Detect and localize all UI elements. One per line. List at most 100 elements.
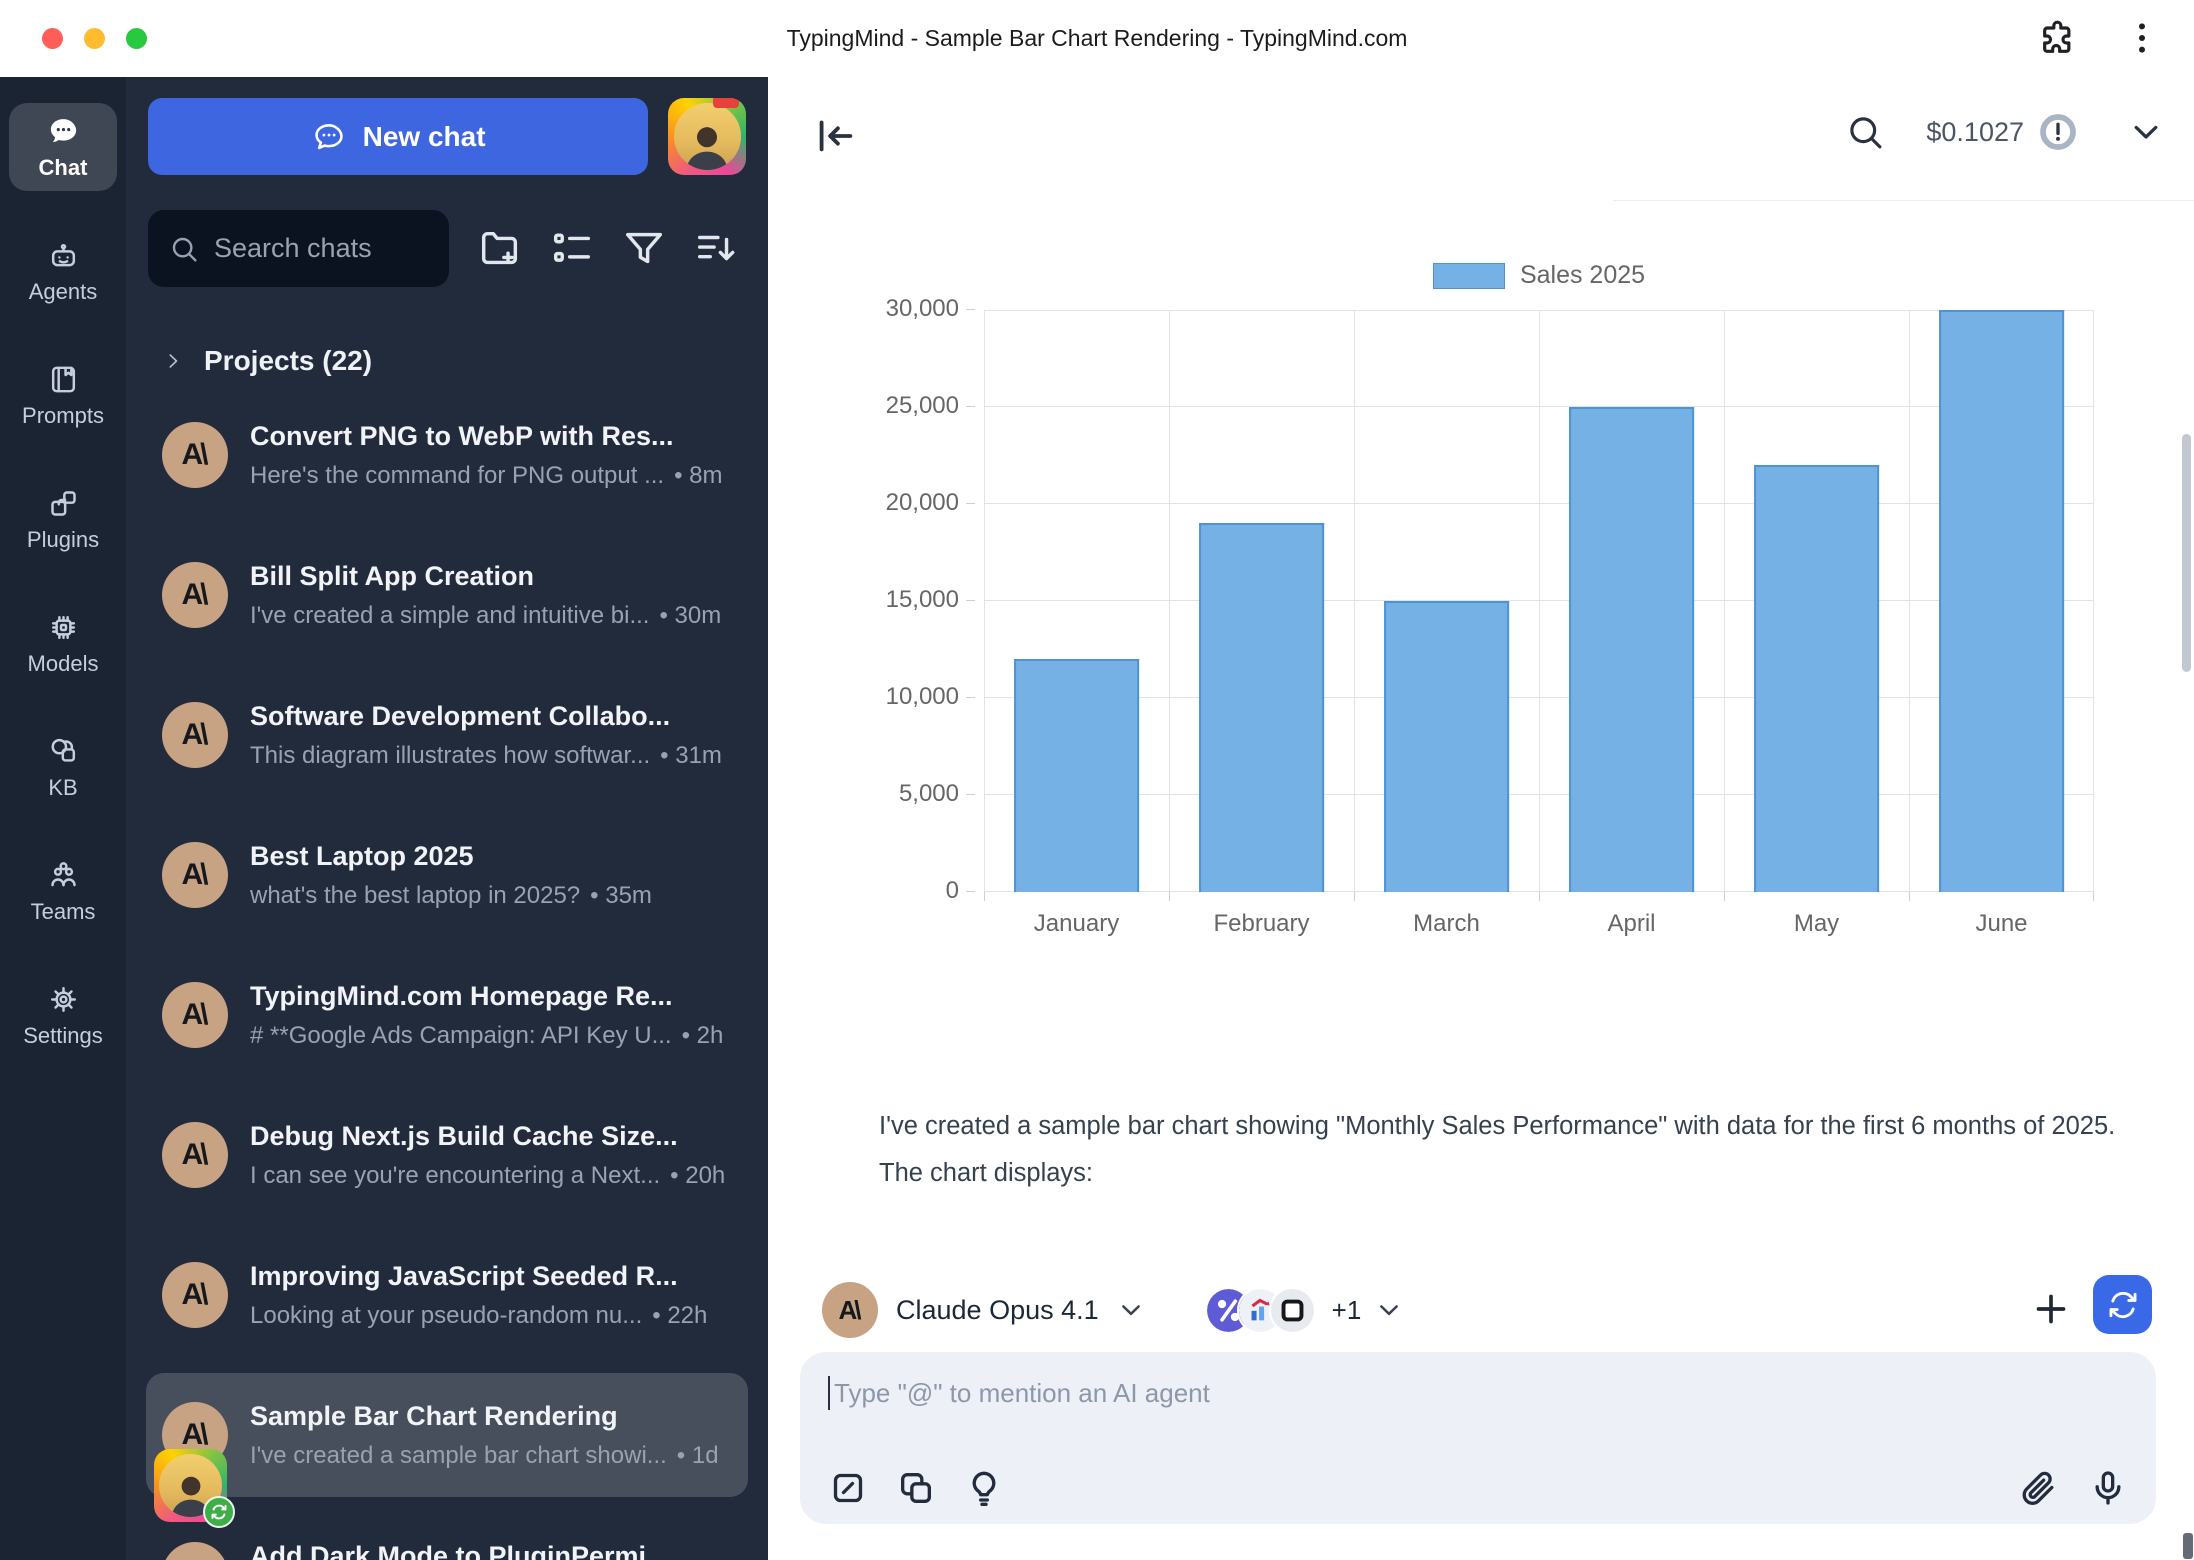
chat-sidebar: New chat Projects (22)	[126, 77, 768, 1560]
search-conversation-icon[interactable]	[1844, 111, 1886, 153]
plugins-selector[interactable]: +1	[1205, 1287, 1404, 1334]
chat-list-item[interactable]: A\ Improving JavaScript Seeded R... Look…	[146, 1233, 748, 1357]
regenerate-button[interactable]	[2093, 1275, 2152, 1334]
chat-title: Sample Bar Chart Rendering	[250, 1401, 732, 1432]
chat-list-item[interactable]: A\ TypingMind.com Homepage Re... # **Goo…	[146, 953, 748, 1077]
content-divider	[1613, 200, 2194, 201]
scrollbar-thumb[interactable]	[2182, 434, 2191, 672]
search-chats-box[interactable]	[148, 210, 449, 287]
teams-icon	[47, 859, 80, 892]
chat-subtitle: I've created a sample bar chart showi...…	[250, 1442, 732, 1470]
model-avatar: A\	[822, 1282, 878, 1338]
chat-list-item[interactable]: A\ Software Development Collabo... This …	[146, 673, 748, 797]
rail-item-teams[interactable]: Teams	[9, 847, 117, 935]
assistant-avatar: A\	[162, 562, 228, 628]
chat-list: A\ Convert PNG to WebP with Res... Here'…	[126, 393, 768, 1560]
chat-list-item[interactable]: A\ Add Dark Mode to PluginPermi...	[146, 1513, 748, 1560]
extensions-icon[interactable]	[2038, 18, 2078, 58]
usage-cost-button[interactable]: $0.1027	[1926, 112, 2078, 152]
chart-x-axis: JanuaryFebruaryMarchAprilMayJune	[984, 910, 2094, 950]
chat-texts: Debug Next.js Build Cache Size... I can …	[250, 1121, 732, 1190]
rail-label: Settings	[23, 1023, 103, 1049]
rail-item-agents[interactable]: Agents	[9, 227, 117, 315]
usage-cost: $0.1027	[1926, 117, 2024, 148]
y-tick	[966, 406, 975, 407]
y-tick-label: 10,000	[886, 683, 959, 711]
composer-input[interactable]: Type "@" to mention an AI agent	[828, 1376, 2128, 1410]
close-window-button[interactable]	[42, 28, 63, 49]
projects-label: Projects (22)	[204, 345, 372, 377]
chat-texts: Best Laptop 2025 what's the best laptop …	[250, 841, 732, 910]
rail-item-plugins[interactable]: Plugins	[9, 475, 117, 563]
list-icon[interactable]	[549, 226, 595, 272]
y-tick-label: 0	[946, 877, 959, 905]
x-tick-label-january: January	[1034, 910, 1119, 938]
y-tick	[966, 794, 975, 795]
chevron-right-icon	[162, 350, 184, 372]
chat-list-item[interactable]: A\ Sample Bar Chart Rendering I've creat…	[146, 1373, 748, 1497]
browser-menu-icon[interactable]	[2122, 18, 2162, 58]
rail-item-kb[interactable]: KB	[9, 723, 117, 811]
copy-icon[interactable]	[896, 1468, 936, 1508]
chat-list-item[interactable]: A\ Debug Next.js Build Cache Size... I c…	[146, 1093, 748, 1217]
assistant-avatar: A\	[162, 702, 228, 768]
x-tick-label-may: May	[1794, 910, 1839, 938]
canvas-icon[interactable]	[828, 1468, 868, 1508]
chat-title: Debug Next.js Build Cache Size...	[250, 1121, 732, 1152]
kb-icon	[47, 735, 80, 768]
user-photo	[674, 103, 741, 169]
y-tick	[966, 891, 975, 892]
rail-item-prompts[interactable]: Prompts	[9, 351, 117, 439]
rail-item-settings[interactable]: Settings	[9, 971, 117, 1059]
search-chats-input[interactable]	[214, 233, 429, 264]
chat-list-item[interactable]: A\ Convert PNG to WebP with Res... Here'…	[146, 393, 748, 517]
chart-legend[interactable]: Sales 2025	[984, 261, 2094, 290]
paperclip-icon[interactable]	[2018, 1468, 2058, 1508]
chat-list-item[interactable]: A\ Best Laptop 2025 what's the best lapt…	[146, 813, 748, 937]
chat-title: Bill Split App Creation	[250, 561, 732, 592]
collapse-sidebar-icon[interactable]	[812, 113, 858, 159]
chat-subtitle: I've created a simple and intuitive bi..…	[250, 602, 732, 630]
chat-list-item[interactable]: A\ Bill Split App Creation I've created …	[146, 533, 748, 657]
chevron-down-icon[interactable]	[2128, 114, 2164, 150]
sort-icon[interactable]	[693, 226, 739, 272]
rail-item-chat[interactable]: Chat	[9, 103, 117, 191]
x-tick	[1169, 892, 1170, 901]
legend-label: Sales 2025	[1520, 261, 1645, 290]
chat-texts: TypingMind.com Homepage Re... # **Google…	[250, 981, 732, 1050]
bar-may	[1754, 465, 1880, 892]
prompts-icon	[47, 363, 80, 396]
alert-circle-icon	[2038, 112, 2078, 152]
x-tick	[1909, 892, 1910, 901]
account-avatar[interactable]	[154, 1449, 227, 1522]
gridline-x	[2093, 310, 2094, 892]
model-selector[interactable]: A\ Claude Opus 4.1	[822, 1282, 1145, 1338]
chat-texts: Bill Split App Creation I've created a s…	[250, 561, 732, 630]
message-composer[interactable]: Type "@" to mention an AI agent	[800, 1352, 2156, 1524]
lightbulb-icon[interactable]	[964, 1468, 1004, 1508]
microphone-icon[interactable]	[2088, 1468, 2128, 1508]
chat-texts: Sample Bar Chart Rendering I've created …	[250, 1401, 732, 1470]
chat-subtitle: This diagram illustrates how softwar...•…	[250, 742, 732, 770]
gridline-x	[1724, 310, 1725, 892]
new-chat-button[interactable]: New chat	[148, 98, 648, 175]
sync-status-badge	[203, 1496, 235, 1528]
rail-item-models[interactable]: Models	[9, 599, 117, 687]
agents-icon	[47, 239, 80, 272]
chat-texts: Add Dark Mode to PluginPermi...	[250, 1541, 732, 1560]
y-tick	[966, 697, 975, 698]
filter-icon[interactable]	[621, 226, 667, 272]
zoom-window-button[interactable]	[126, 28, 147, 49]
folder-plus-icon[interactable]	[477, 226, 523, 272]
projects-toggle[interactable]: Projects (22)	[162, 345, 746, 377]
chat-texts: Convert PNG to WebP with Res... Here's t…	[250, 421, 732, 490]
new-message-plus-icon[interactable]	[2031, 1289, 2071, 1329]
rail-label: Models	[28, 651, 99, 677]
minimize-window-button[interactable]	[84, 28, 105, 49]
plugins-more-count: +1	[1332, 1295, 1362, 1326]
user-avatar[interactable]	[668, 98, 746, 175]
chat-title: Convert PNG to WebP with Res...	[250, 421, 732, 452]
y-tick	[966, 503, 975, 504]
model-row: A\ Claude Opus 4.1 +1	[822, 1280, 1403, 1340]
bar-march	[1384, 601, 1510, 892]
